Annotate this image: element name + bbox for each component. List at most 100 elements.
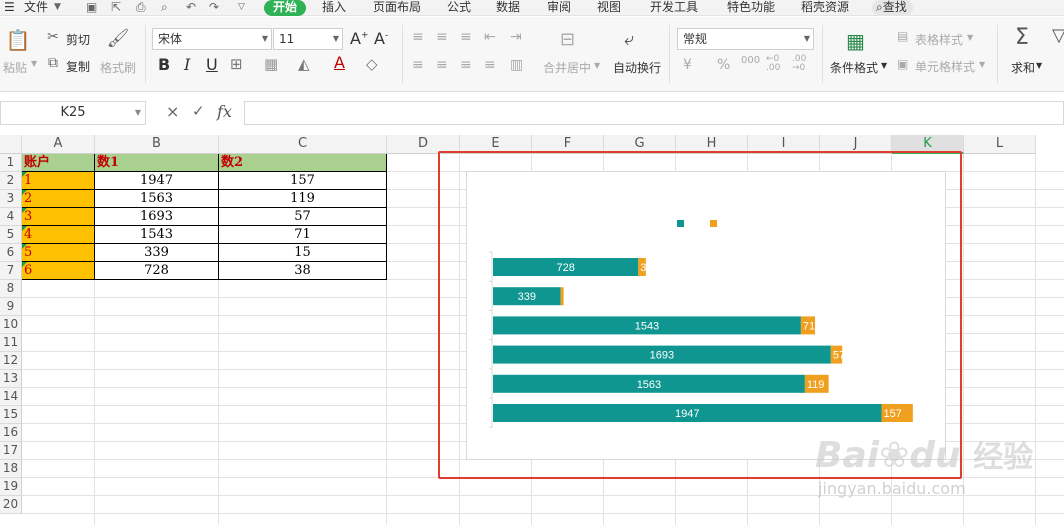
increase-decimal-icon[interactable]: ←0.00 <box>766 55 780 73</box>
value-cell[interactable]: 71 <box>219 226 387 244</box>
quick-access-dropdown-icon[interactable]: ▽ <box>238 0 245 16</box>
chevron-down-icon[interactable]: ▼ <box>594 61 600 70</box>
paste-button[interactable]: 粘贴 <box>3 59 27 76</box>
row-header-2[interactable]: 2 <box>0 172 22 190</box>
row-header-18[interactable]: 18 <box>0 460 22 478</box>
tab-docer-resources[interactable]: 稻壳资源 <box>801 0 849 16</box>
cut-button[interactable]: 剪切 <box>66 31 90 48</box>
row-header-8[interactable]: 8 <box>0 280 22 298</box>
menu-file[interactable]: 文件 <box>24 0 48 16</box>
merge-center-button[interactable]: 合并居中 <box>543 59 591 76</box>
chevron-down-icon[interactable]: ▼ <box>1036 61 1042 70</box>
value-cell[interactable]: 57 <box>219 208 387 226</box>
row-header-3[interactable]: 3 <box>0 190 22 208</box>
row-header-16[interactable]: 16 <box>0 424 22 442</box>
fill-style-icon[interactable]: ▦ <box>264 55 278 73</box>
align-right-icon[interactable]: ≡ <box>460 57 472 73</box>
tab-data[interactable]: 数据 <box>496 0 520 16</box>
row-header-12[interactable]: 12 <box>0 352 22 370</box>
paste-icon[interactable]: 📋 <box>6 27 31 53</box>
border-icon[interactable]: ⊞ <box>230 55 243 73</box>
number-format-select[interactable]: 常规 ▼ <box>677 28 814 50</box>
italic-icon[interactable]: I <box>184 55 190 74</box>
row-header-6[interactable]: 6 <box>0 244 22 262</box>
account-cell[interactable]: 1 <box>22 172 95 190</box>
redo-icon[interactable]: ↷ <box>209 0 219 16</box>
table-header-cell[interactable]: 数2 <box>219 154 387 172</box>
value-cell[interactable]: 1543 <box>95 226 219 244</box>
format-painter-button[interactable]: 格式刷 <box>100 59 136 76</box>
underline-icon[interactable]: U <box>206 55 218 74</box>
fill-color-icon[interactable]: ◭ <box>298 55 310 73</box>
hamburger-icon[interactable]: ☰ <box>4 0 15 16</box>
font-size-select[interactable]: 11 ▼ <box>273 28 343 50</box>
row-header-1[interactable]: 1 <box>0 154 22 172</box>
tab-formulas[interactable]: 公式 <box>447 0 471 16</box>
chevron-down-icon[interactable]: ▼ <box>54 0 61 16</box>
row-header-9[interactable]: 9 <box>0 298 22 316</box>
table-header-cell[interactable]: 数1 <box>95 154 219 172</box>
column-header-a[interactable]: A <box>22 135 95 154</box>
save-icon[interactable]: ▣ <box>86 0 97 16</box>
align-middle-icon[interactable]: ≡ <box>436 29 448 45</box>
row-header-4[interactable]: 4 <box>0 208 22 226</box>
indent-decrease-icon[interactable]: ⇤ <box>484 29 496 45</box>
row-header-20[interactable]: 20 <box>0 496 22 514</box>
eraser-icon[interactable]: ◇ <box>366 55 378 73</box>
value-cell[interactable]: 38 <box>219 262 387 280</box>
tab-view[interactable]: 视图 <box>597 0 621 16</box>
name-box[interactable]: K25 ▼ <box>0 101 146 125</box>
account-cell[interactable]: 3 <box>22 208 95 226</box>
row-header-11[interactable]: 11 <box>0 334 22 352</box>
export-icon[interactable]: ⇱ <box>111 0 121 16</box>
row-header-10[interactable]: 10 <box>0 316 22 334</box>
print-preview-icon[interactable]: ⌕ <box>161 0 168 16</box>
insert-function-icon[interactable]: fx <box>217 102 232 121</box>
chevron-down-icon[interactable]: ▼ <box>881 61 887 70</box>
tab-special-features[interactable]: 特色功能 <box>727 0 775 16</box>
value-cell[interactable]: 119 <box>219 190 387 208</box>
align-top-icon[interactable]: ≡ <box>412 29 424 45</box>
value-cell[interactable]: 157 <box>219 172 387 190</box>
account-cell[interactable]: 5 <box>22 244 95 262</box>
row-header-15[interactable]: 15 <box>0 406 22 424</box>
select-all-corner[interactable] <box>0 135 22 154</box>
decrease-font-icon[interactable]: A- <box>374 29 388 48</box>
font-color-icon[interactable]: A <box>334 53 345 72</box>
wrap-text-button[interactable]: 自动换行 <box>613 59 661 76</box>
conditional-format-button[interactable]: 条件格式 <box>830 59 878 76</box>
account-cell[interactable]: 6 <box>22 262 95 280</box>
decrease-decimal-icon[interactable]: .00 →0 <box>792 55 806 73</box>
column-header-c[interactable]: C <box>219 135 387 154</box>
font-name-select[interactable]: 宋体 ▼ <box>152 28 272 50</box>
row-header-13[interactable]: 13 <box>0 370 22 388</box>
tab-developer[interactable]: 开发工具 <box>650 0 698 16</box>
account-cell[interactable]: 2 <box>22 190 95 208</box>
value-cell[interactable]: 1693 <box>95 208 219 226</box>
justify-icon[interactable]: ≡ <box>484 57 496 73</box>
bold-icon[interactable]: B <box>158 55 170 74</box>
align-center-icon[interactable]: ≡ <box>436 57 448 73</box>
table-style-button[interactable]: 表格样式 <box>915 31 963 48</box>
tab-review[interactable]: 审阅 <box>547 0 571 16</box>
paste-dropdown-icon[interactable]: ▼ <box>31 59 37 68</box>
tab-home[interactable]: 开始 <box>264 0 307 16</box>
row-header-14[interactable]: 14 <box>0 388 22 406</box>
value-cell[interactable]: 339 <box>95 244 219 262</box>
indent-increase-icon[interactable]: ⇥ <box>510 29 522 45</box>
value-cell[interactable]: 15 <box>219 244 387 262</box>
cancel-icon[interactable]: × <box>166 102 179 121</box>
row-header-17[interactable]: 17 <box>0 442 22 460</box>
cell-style-button[interactable]: 单元格样式 <box>915 58 975 75</box>
table-header-cell[interactable]: 账户 <box>22 154 95 172</box>
print-icon[interactable]: ⎙ <box>136 0 146 16</box>
value-cell[interactable]: 1563 <box>95 190 219 208</box>
column-header-b[interactable]: B <box>95 135 219 154</box>
chevron-down-icon[interactable]: ▼ <box>967 33 973 42</box>
percent-icon[interactable]: % <box>717 57 730 73</box>
filter-icon[interactable]: ▽ <box>1052 25 1064 46</box>
copy-button[interactable]: 复制 <box>66 58 90 75</box>
thousands-separator-icon[interactable]: 000 <box>741 55 760 66</box>
chevron-down-icon[interactable]: ▼ <box>979 60 985 69</box>
row-header-7[interactable]: 7 <box>0 262 22 280</box>
